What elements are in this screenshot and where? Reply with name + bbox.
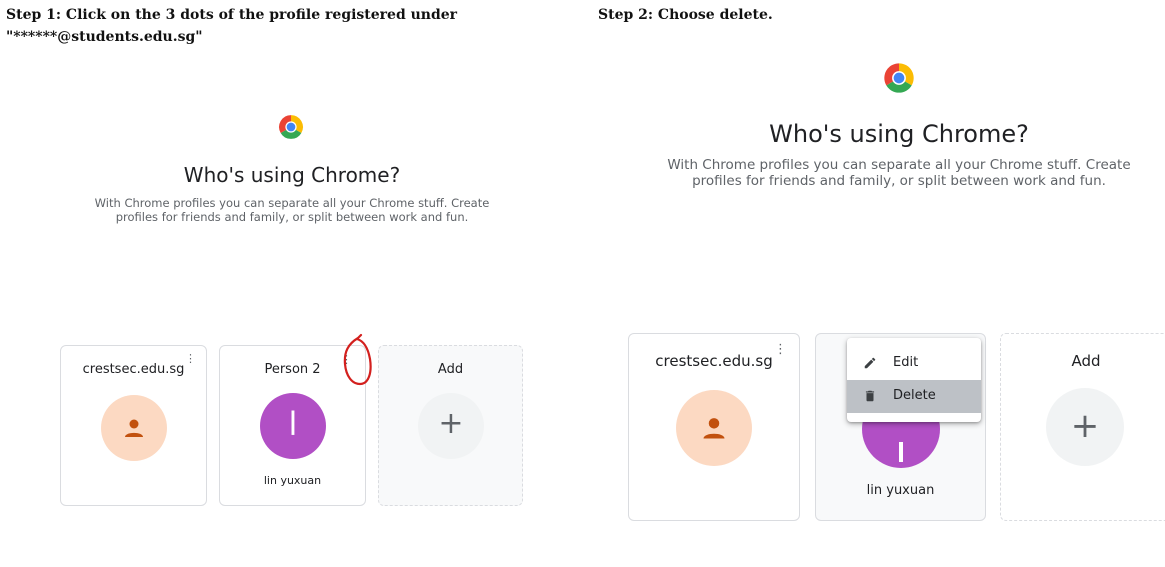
profile-menu-icon[interactable]: ⋮ <box>774 343 787 356</box>
menu-item-label: Delete <box>893 388 936 403</box>
profile-avatar: l <box>260 393 326 459</box>
avatar-initial <box>899 442 903 462</box>
profile-avatar <box>676 390 752 466</box>
step1-instruction: Step 1: Click on the 3 dots of the profi… <box>6 7 458 45</box>
trash-icon <box>865 390 875 402</box>
avatar-initial: l <box>288 405 298 443</box>
step1-profile-card-crestsec[interactable]: crestsec.edu.sg ⋮ <box>60 345 207 506</box>
step1-heading: Who's using Chrome? <box>183 163 401 187</box>
step2-profile-card-crestsec[interactable]: crestsec.edu.sg ⋮ <box>628 333 800 521</box>
step2-chrome-logo-icon <box>883 62 915 94</box>
add-circle: + <box>418 393 484 459</box>
step1-add-profile-card[interactable]: Add + <box>378 345 523 506</box>
profile-name: lin yuxuan <box>263 474 322 487</box>
step2-instruction: Step 2: Choose delete. <box>598 7 773 23</box>
annotation-circle <box>343 333 372 386</box>
person-icon <box>125 419 143 437</box>
menu-item-edit[interactable]: Edit <box>847 347 981 380</box>
profile-menu-icon[interactable]: ⋮ <box>185 353 196 364</box>
step2-add-profile-card[interactable]: Add + <box>1000 333 1165 521</box>
person-icon <box>703 418 725 439</box>
step2-heading: Who's using Chrome? <box>769 120 1029 148</box>
pencil-icon <box>864 357 876 369</box>
add-plus-icon: + <box>1070 406 1100 446</box>
add-label: Add <box>1071 352 1101 370</box>
profile-context-menu: Edit Delete <box>847 338 981 422</box>
add-plus-icon: + <box>438 406 464 441</box>
add-label: Add <box>437 362 464 377</box>
menu-item-delete[interactable]: Delete <box>847 380 981 413</box>
step1-chrome-logo-icon <box>278 114 304 140</box>
profile-name: lin yuxuan <box>866 483 935 498</box>
menu-item-label: Edit <box>893 355 919 370</box>
add-circle: + <box>1046 388 1124 466</box>
profile-avatar <box>101 395 167 461</box>
step2-subtext: With Chrome profiles you can separate al… <box>667 157 1131 189</box>
step1-subtext: With Chrome profiles you can separate al… <box>94 196 490 224</box>
